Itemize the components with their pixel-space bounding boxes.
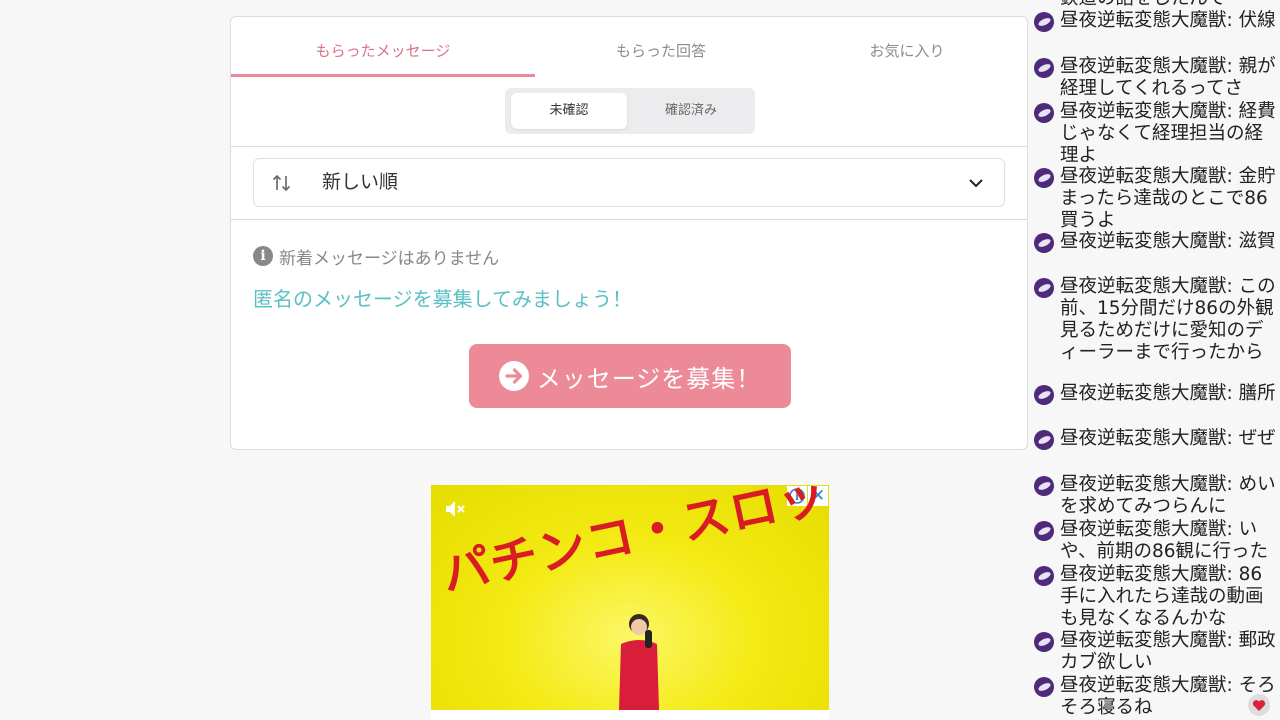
read-status-toggle: 未確認 確認済み <box>505 88 755 134</box>
chat-message-text: 昼夜逆転変態大魔獣: 膳所 <box>1060 383 1276 404</box>
tab-bar: もらったメッセージ もらった回答 お気に入り <box>231 17 1027 77</box>
user-avatar <box>1034 12 1054 32</box>
user-avatar <box>1034 278 1054 298</box>
recruit-messages-button[interactable]: メッセージを募集！ <box>469 344 791 408</box>
recruit-messages-link[interactable]: 匿名のメッセージを募集してみましょう！ <box>253 283 632 312</box>
segment-unread[interactable]: 未確認 <box>511 93 627 129</box>
ad-headline: パチンコ・スロット <box>436 485 829 604</box>
user-avatar <box>1034 677 1054 697</box>
tab-received-answers[interactable]: もらった回答 <box>535 17 787 77</box>
user-avatar <box>1034 521 1054 541</box>
chat-message-text: 昼夜逆転変態大魔獣: いや、前期の86観に行った <box>1060 519 1268 562</box>
heart-icon[interactable] <box>1248 694 1270 716</box>
chat-message-text: 昼夜逆転変態大魔獣: この前、15分間だけ86の外観見るためだけに愛知のディーラ… <box>1060 276 1276 363</box>
chat-message-text: 昼夜逆転変態大魔獣: 86手に入れたら達哉の動画も見なくなるんかな <box>1060 564 1264 629</box>
chat-message-text: 昼夜逆転変態大魔獣: 親が経理してくれるってさ <box>1060 56 1276 99</box>
recruit-button-label: メッセージを募集！ <box>536 364 762 393</box>
sort-label: 新しい順 <box>322 171 399 193</box>
chat-message-text: 昼夜逆転変態大魔獣: 金貯まったら達哉のとこで86買うよ <box>1060 166 1276 231</box>
sort-arrows-icon <box>272 174 291 192</box>
segment-read[interactable]: 確認済み <box>633 93 749 129</box>
arrow-circle-right-icon <box>498 361 529 391</box>
tab-received-messages[interactable]: もらったメッセージ <box>231 17 535 77</box>
sort-dropdown[interactable]: 新しい順 <box>253 158 1005 207</box>
info-icon: i <box>253 246 273 266</box>
divider <box>231 146 1027 147</box>
chat-message-text: 昼夜逆転変態大魔獣: 伏線 <box>1060 10 1276 31</box>
user-avatar <box>1034 566 1054 586</box>
messages-card: もらったメッセージ もらった回答 お気に入り 未確認 確認済み 新しい順 i 新… <box>230 16 1028 450</box>
chat-message-text: 昼夜逆転変態大魔獣: 郵政カブ欲しい <box>1060 630 1276 673</box>
user-avatar <box>1034 632 1054 652</box>
user-avatar <box>1034 430 1054 450</box>
ad-bottom-bar <box>431 710 829 720</box>
user-avatar <box>1034 385 1054 405</box>
user-avatar <box>1034 476 1054 496</box>
mute-icon[interactable] <box>443 497 467 521</box>
no-messages-notice: i 新着メッセージはありません <box>253 244 500 269</box>
user-avatar <box>1034 168 1054 188</box>
tab-favorites[interactable]: お気に入り <box>787 17 1027 77</box>
chat-panel: 昼夜逆転変態大魔獣: 伏線 昼夜逆転変態大魔獣: 親が経理してくれるってさ 昼夜… <box>1034 0 1280 720</box>
chat-message-text: 昼夜逆転変態大魔獣: ぜぜ <box>1060 428 1276 449</box>
notice-text: 新着メッセージはありません <box>279 248 500 269</box>
chat-message-text: 昼夜逆転変態大魔獣: そろそろ寝るね <box>1060 675 1276 718</box>
chevron-down-icon <box>969 179 983 188</box>
chat-message-text: 昼夜逆転変態大魔獣: 滋賀 <box>1060 231 1276 252</box>
divider <box>231 219 1027 220</box>
user-avatar <box>1034 58 1054 78</box>
user-avatar <box>1034 103 1054 123</box>
user-avatar <box>1034 233 1054 253</box>
chat-message-text: 昼夜逆転変態大魔獣: 経費じゃなくて経理担当の経理よ <box>1060 101 1276 166</box>
video-advertisement[interactable]: i ✕ パチンコ・スロット <box>431 485 829 720</box>
ad-person-image <box>619 614 659 710</box>
chat-message-text: 昼夜逆転変態大魔獣: めいを求めてみつらんに <box>1060 474 1276 517</box>
